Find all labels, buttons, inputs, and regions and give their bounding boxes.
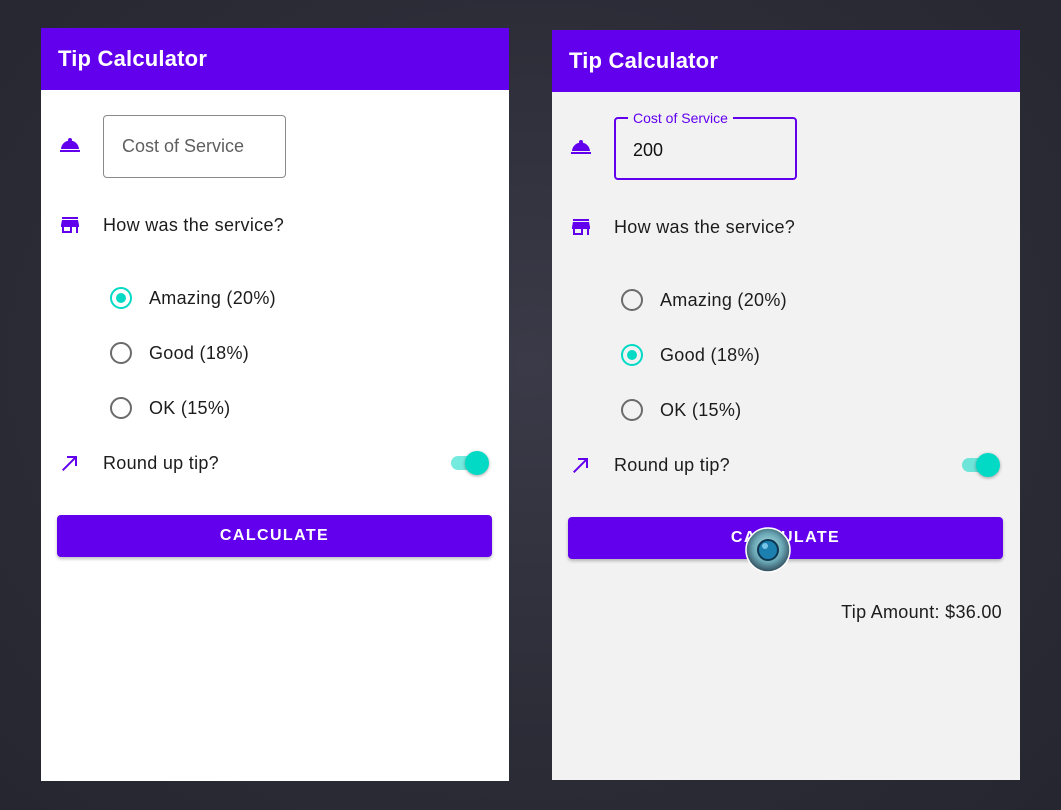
- app-bar-title: Tip Calculator: [41, 28, 509, 90]
- option-ok-label[interactable]: OK (15%): [149, 398, 230, 419]
- calculate-button[interactable]: CALCULATE: [57, 515, 492, 557]
- radio-good[interactable]: [110, 342, 132, 364]
- option-good-label[interactable]: Good (18%): [660, 345, 760, 366]
- radio-good[interactable]: [621, 344, 643, 366]
- service-question-label: How was the service?: [103, 215, 285, 235]
- app-bar-title: Tip Calculator: [552, 30, 1020, 92]
- cost-of-service-input[interactable]: Cost of Service: [103, 115, 286, 178]
- storefront-icon: [569, 215, 593, 239]
- touch-indicator-icon: [745, 527, 791, 573]
- option-amazing-label[interactable]: Amazing (20%): [660, 290, 787, 311]
- cost-of-service-floating-label: Cost of Service: [628, 110, 733, 126]
- switch-thumb: [976, 453, 1000, 477]
- radio-ok[interactable]: [110, 397, 132, 419]
- round-up-switch[interactable]: [962, 452, 1000, 478]
- round-up-label: Round up tip?: [103, 453, 219, 473]
- round-up-switch[interactable]: [451, 450, 489, 476]
- trending-up-arrow-icon: [569, 453, 593, 477]
- trending-up-arrow-icon: [58, 451, 82, 475]
- cost-of-service-input[interactable]: Cost of Service 200: [614, 110, 797, 180]
- option-good-label[interactable]: Good (18%): [149, 343, 249, 364]
- storefront-icon: [58, 213, 82, 237]
- tip-amount-result: Tip Amount: $36.00: [841, 602, 1002, 622]
- radio-ok[interactable]: [621, 399, 643, 421]
- service-question-label: How was the service?: [614, 217, 796, 237]
- screen-before: Tip Calculator Cost of Service How was t…: [41, 28, 509, 781]
- radio-amazing[interactable]: [621, 289, 643, 311]
- cost-of-service-value: 200: [633, 140, 664, 160]
- room-service-icon: [58, 133, 82, 157]
- room-service-icon: [569, 135, 593, 159]
- switch-thumb: [465, 451, 489, 475]
- option-amazing-label[interactable]: Amazing (20%): [149, 288, 276, 309]
- screen-after: Tip Calculator Cost of Service 200 How w…: [552, 30, 1020, 780]
- option-ok-label[interactable]: OK (15%): [660, 400, 741, 421]
- radio-amazing[interactable]: [110, 287, 132, 309]
- cost-of-service-placeholder: Cost of Service: [122, 136, 245, 156]
- round-up-label: Round up tip?: [614, 455, 730, 475]
